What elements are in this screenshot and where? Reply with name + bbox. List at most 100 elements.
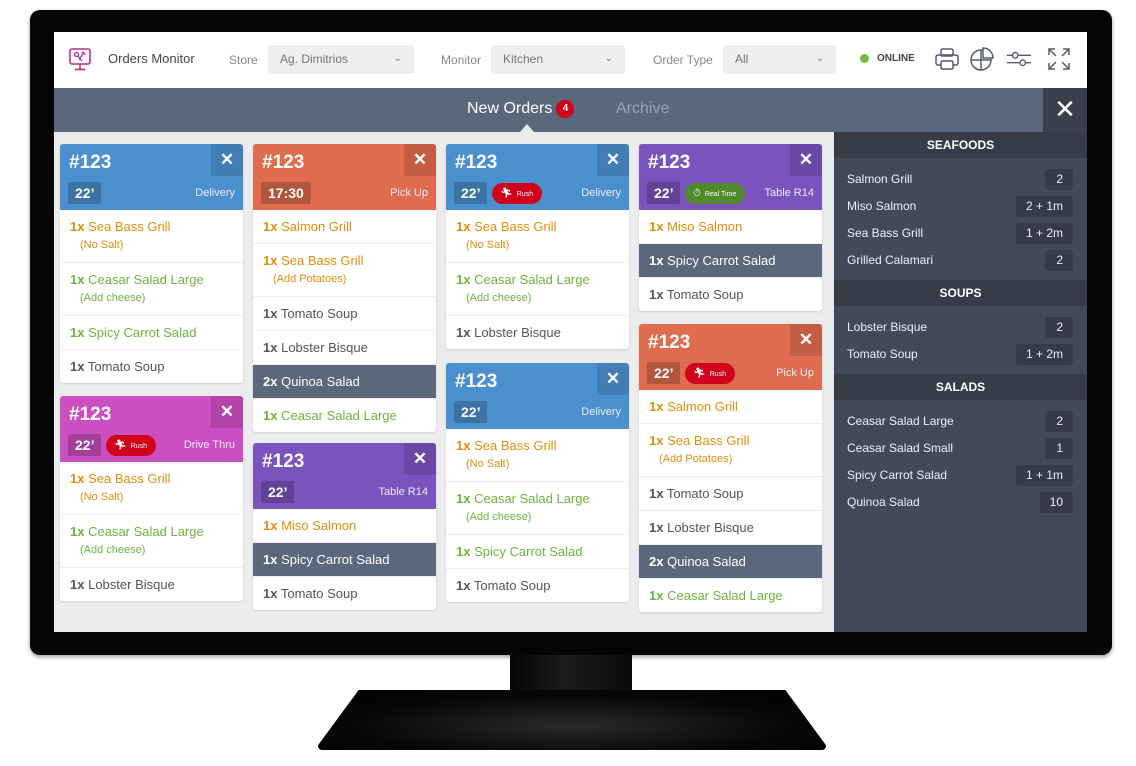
order-card[interactable]: #123 ✕ 17:30 Pick Up 1x Salmon Grill 1x Sea B… bbox=[253, 144, 436, 432]
close-panel-button[interactable]: ✕ bbox=[1043, 88, 1087, 132]
monitor-food-logo-icon bbox=[69, 48, 91, 71]
summary-row[interactable]: Grilled Calamari 2 bbox=[834, 247, 1087, 274]
sliders-icon[interactable] bbox=[1006, 46, 1032, 72]
dismiss-order-button[interactable]: ✕ bbox=[211, 396, 243, 428]
order-card-header: #123 ✕ 22’ 🏃︎ Rush Pick Up bbox=[639, 324, 822, 390]
pie-chart-icon[interactable] bbox=[969, 46, 995, 72]
dismiss-order-button[interactable]: ✕ bbox=[404, 144, 436, 176]
item-name: Sea Bass Grill bbox=[667, 433, 750, 448]
summary-item-count: 2 bbox=[1045, 317, 1073, 338]
store-select[interactable]: Ag. Dimitrios ⌄ bbox=[268, 45, 414, 74]
order-item[interactable]: 1x Sea Bass Grill (No Salt) bbox=[446, 429, 629, 482]
item-quantity: 1x bbox=[456, 272, 471, 287]
order-number: #123 bbox=[455, 371, 498, 392]
order-item[interactable]: 1x Salmon Grill bbox=[639, 390, 822, 424]
item-quantity: 1x bbox=[263, 552, 278, 567]
order-card[interactable]: #123 ✕ 22’ Table R14 1x Miso Salmon 1x Spicy … bbox=[253, 443, 436, 610]
order-item[interactable]: 1x Miso Salmon bbox=[639, 210, 822, 244]
item-name: Ceasar Salad Large bbox=[281, 408, 397, 423]
order-card[interactable]: #123 ✕ 22’ 🏃︎ Rush Pick Up 1x Salmon Grill 1x S… bbox=[639, 324, 822, 612]
summary-row[interactable]: Ceasar Salad Small 1 bbox=[834, 435, 1087, 462]
summary-row[interactable]: Ceasar Salad Large 2 bbox=[834, 408, 1087, 435]
summary-item-count: 2 bbox=[1045, 411, 1073, 432]
dismiss-order-button[interactable]: ✕ bbox=[211, 144, 243, 176]
chevron-down-icon: ⌄ bbox=[604, 53, 613, 64]
order-type: Drive Thru bbox=[183, 439, 235, 451]
order-item[interactable]: 1x Sea Bass Grill (Add Potatoes) bbox=[639, 424, 822, 477]
order-item[interactable]: 1x Salmon Grill bbox=[253, 210, 436, 244]
fullscreen-icon[interactable] bbox=[1046, 46, 1072, 72]
order-item[interactable]: 1x Tomato Soup bbox=[639, 278, 822, 311]
order-item[interactable]: 1x Tomato Soup bbox=[253, 297, 436, 331]
order-item[interactable]: 1x Sea Bass Grill (No Salt) bbox=[446, 210, 629, 263]
order-item[interactable]: 2x Quinoa Salad bbox=[253, 365, 436, 399]
summary-row[interactable]: Sea Bass Grill 1 + 2m bbox=[834, 220, 1087, 247]
order-card[interactable]: #123 ✕ 22’ ⏱︎ Real Time Table R14 1x Miso Salm… bbox=[639, 144, 822, 311]
order-item[interactable]: 1x Ceasar Salad Large (Add cheese) bbox=[60, 263, 243, 316]
order-number: #123 bbox=[455, 152, 498, 173]
order-card[interactable]: #123 ✕ 22’ Delivery 1x Sea Bass Grill (No Sal… bbox=[60, 144, 243, 383]
item-quantity: 1x bbox=[70, 577, 85, 592]
monitor-select[interactable]: Kitchen ⌄ bbox=[491, 45, 625, 74]
order-item[interactable]: 1x Ceasar Salad Large (Add cheese) bbox=[446, 263, 629, 316]
order-item[interactable]: 1x Sea Bass Grill (Add Potatoes) bbox=[253, 244, 436, 297]
order-item[interactable]: 1x Sea Bass Grill (No Salt) bbox=[60, 210, 243, 263]
item-quantity: 1x bbox=[456, 325, 471, 340]
item-quantity: 1x bbox=[263, 340, 278, 355]
order-item[interactable]: 1x Lobster Bisque bbox=[253, 331, 436, 365]
order-item[interactable]: 1x Spicy Carrot Salad bbox=[60, 316, 243, 350]
order-item[interactable]: 1x Lobster Bisque bbox=[639, 511, 822, 545]
order-item[interactable]: 1x Tomato Soup bbox=[253, 577, 436, 610]
summary-row[interactable]: Spicy Carrot Salad 1 + 1m bbox=[834, 462, 1087, 489]
summary-item-count: 1 + 2m bbox=[1015, 344, 1073, 365]
dismiss-order-button[interactable]: ✕ bbox=[404, 443, 436, 475]
item-name: Tomato Soup bbox=[473, 578, 551, 593]
order-card[interactable]: #123 ✕ 22’ Delivery 1x Sea Bass Grill (No Sal… bbox=[446, 363, 629, 602]
dismiss-order-button[interactable]: ✕ bbox=[790, 144, 822, 176]
summary-row[interactable]: Salmon Grill 2 bbox=[834, 166, 1087, 193]
item-modifier: (No Salt) bbox=[80, 491, 124, 503]
tab-new-orders-label: New Orders bbox=[467, 100, 553, 117]
summary-category-header: SEAFOODS bbox=[834, 132, 1087, 158]
order-item[interactable]: 1x Spicy Carrot Salad bbox=[639, 244, 822, 278]
order-item[interactable]: 2x Quinoa Salad bbox=[639, 545, 822, 579]
order-card[interactable]: #123 ✕ 22’ 🏃︎ Rush Delivery 1x Sea Bass Grill(… bbox=[446, 144, 629, 349]
item-name: Lobster Bisque bbox=[281, 340, 368, 355]
item-quantity: 1x bbox=[263, 408, 278, 423]
order-item[interactable]: 1x Miso Salmon bbox=[253, 509, 436, 543]
order-card[interactable]: #123 ✕ 22’ 🏃︎ Rush Drive Thru 1x Sea Bass Gril… bbox=[60, 396, 243, 601]
order-item[interactable]: 1x Tomato Soup bbox=[60, 350, 243, 383]
order-time-badge: 22’ bbox=[261, 481, 295, 503]
item-quantity: 1x bbox=[649, 486, 664, 501]
order-item[interactable]: 1x Tomato Soup bbox=[639, 477, 822, 511]
order-item[interactable]: 1x Lobster Bisque bbox=[60, 568, 243, 601]
order-item[interactable]: 1x Ceasar Salad Large (Add cheese) bbox=[446, 482, 629, 535]
dismiss-order-button[interactable]: ✕ bbox=[597, 363, 629, 395]
dismiss-order-button[interactable]: ✕ bbox=[597, 144, 629, 176]
order-type: Delivery bbox=[581, 187, 621, 199]
order-time-badge: 22’ bbox=[68, 182, 102, 204]
order-item[interactable]: 1x Ceasar Salad Large bbox=[639, 579, 822, 612]
order-item[interactable]: 1x Tomato Soup bbox=[446, 569, 629, 602]
summary-item-name: Grilled Calamari bbox=[847, 253, 934, 267]
summary-row[interactable]: Lobster Bisque 2 bbox=[834, 314, 1087, 341]
summary-row[interactable]: Tomato Soup 1 + 2m bbox=[834, 341, 1087, 368]
item-quantity: 1x bbox=[70, 524, 85, 539]
summary-row[interactable]: Miso Salmon 2 + 1m bbox=[834, 193, 1087, 220]
order-item[interactable]: 1x Sea Bass Grill (No Salt) bbox=[60, 462, 243, 515]
item-quantity: 1x bbox=[70, 359, 85, 374]
order-type-select[interactable]: All ⌄ bbox=[723, 45, 836, 74]
dismiss-order-button[interactable]: ✕ bbox=[790, 324, 822, 356]
monitor-label: Monitor bbox=[441, 53, 482, 67]
tab-archive[interactable]: Archive bbox=[616, 100, 669, 118]
print-icon[interactable] bbox=[934, 46, 960, 72]
item-modifier: (Add cheese) bbox=[466, 292, 532, 304]
order-item[interactable]: 1x Spicy Carrot Salad bbox=[446, 535, 629, 569]
order-item[interactable]: 1x Ceasar Salad Large bbox=[253, 399, 436, 432]
tab-new-orders[interactable]: New Orders 4 bbox=[467, 100, 575, 118]
order-item[interactable]: 1x Lobster Bisque bbox=[446, 316, 629, 349]
order-item[interactable]: 1x Ceasar Salad Large (Add cheese) bbox=[60, 515, 243, 568]
order-item[interactable]: 1x Spicy Carrot Salad bbox=[253, 543, 436, 577]
summary-row[interactable]: Quinoa Salad 10 bbox=[834, 489, 1087, 516]
item-name: Ceasar Salad Large bbox=[474, 272, 590, 287]
